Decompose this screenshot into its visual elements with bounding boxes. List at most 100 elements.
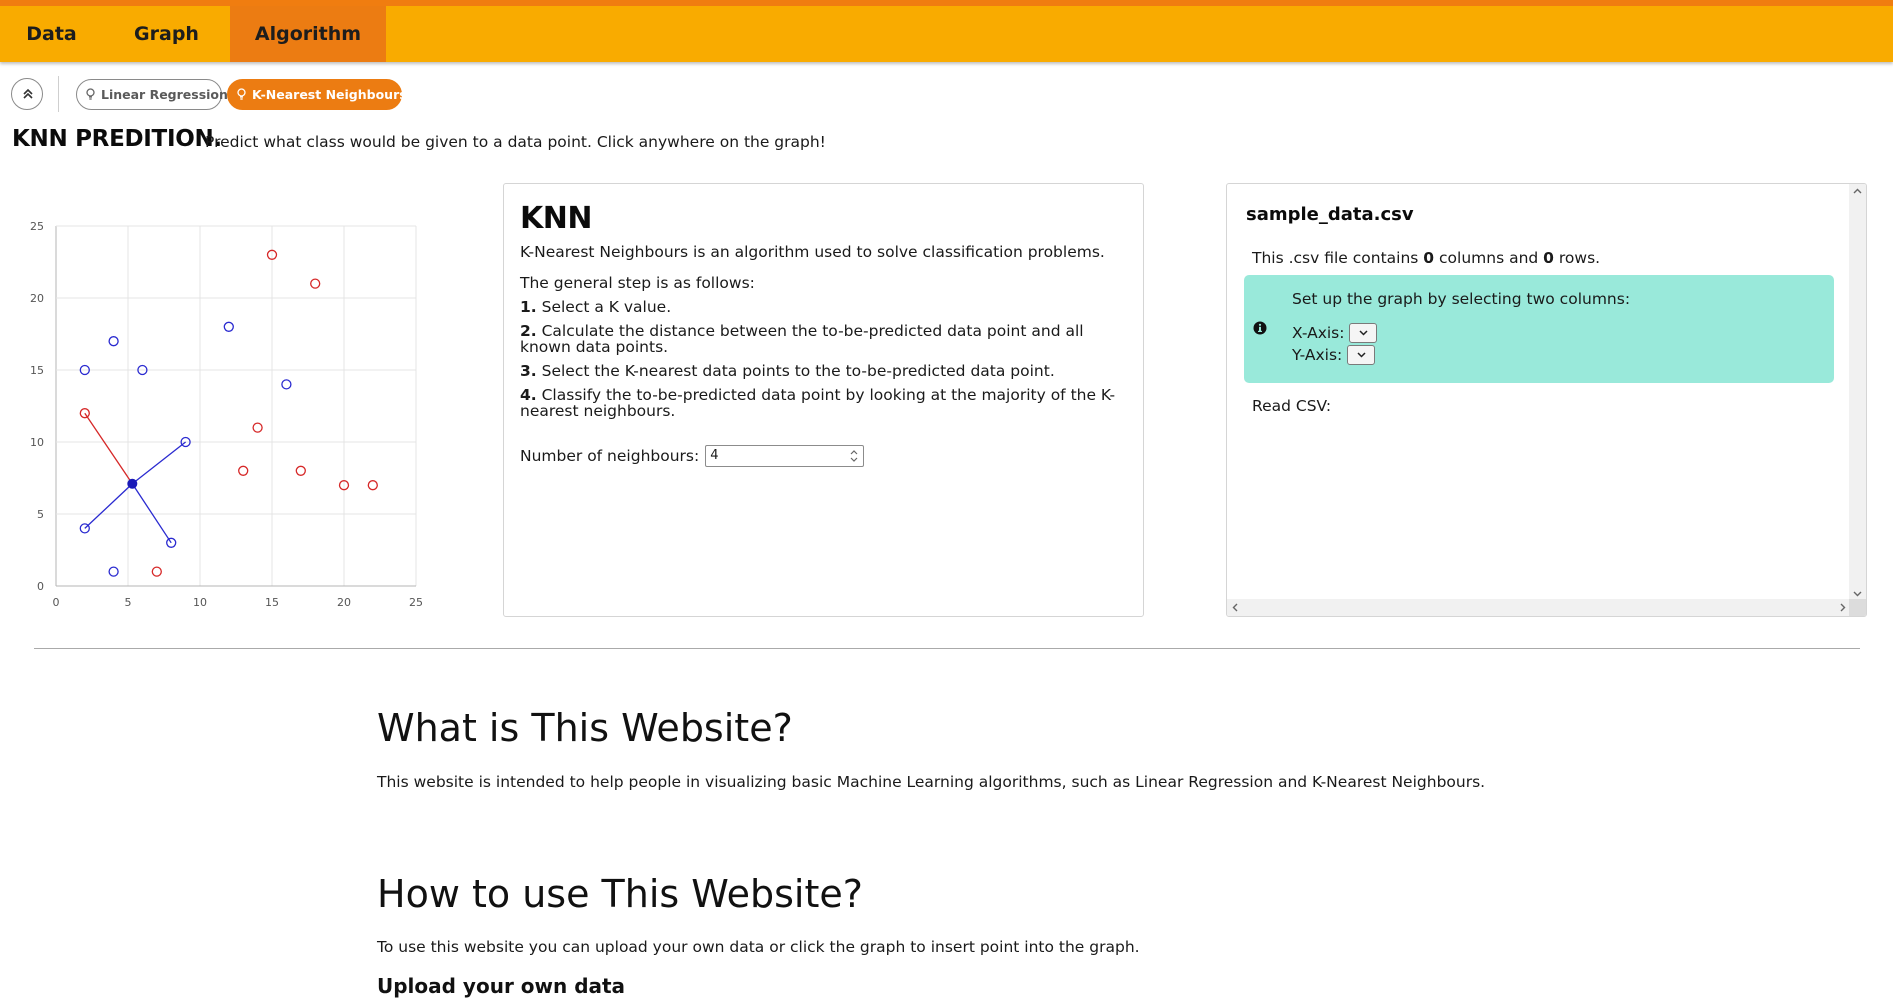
info-icon — [1253, 321, 1267, 335]
top-nav-bar: Data Graph Algorithm — [0, 0, 1893, 62]
knn-scatter-chart[interactable]: 0 5 10 15 20 25 0 5 10 15 20 25 — [22, 212, 442, 622]
knn-step: 4. Classify the to-be-predicted data poi… — [520, 387, 1127, 419]
knn-intro: K-Nearest Neighbours is an algorithm use… — [520, 243, 1105, 261]
scroll-down-icon[interactable] — [1853, 591, 1862, 597]
query-point — [127, 478, 138, 489]
neighbour-link — [84, 412, 133, 485]
setup-instruction: Set up the graph by selecting two column… — [1292, 290, 1631, 308]
linear-regression-label: Linear Regression — [101, 87, 228, 102]
csv-column-count: 0 — [1423, 249, 1435, 267]
csv-summary-mid: columns and — [1434, 249, 1544, 267]
x-axis-row: X-Axis: — [1292, 323, 1378, 343]
data-point — [238, 465, 249, 476]
csv-panel: sample_data.csv This .csv file contains … — [1226, 183, 1867, 617]
step-text: Calculate the distance between the to-be… — [520, 322, 1084, 356]
data-point — [310, 278, 321, 289]
data-points — [79, 249, 378, 577]
how-text: To use this website you can upload your … — [377, 938, 1140, 956]
neighbour-link — [131, 483, 172, 544]
data-point — [367, 480, 378, 491]
upload-heading: Upload your own data — [377, 974, 626, 998]
knn-info-panel: KNN K-Nearest Neighbours is an algorithm… — [503, 183, 1144, 617]
horizontal-scrollbar[interactable] — [1227, 599, 1851, 616]
step-text: Select a K value. — [536, 298, 672, 316]
knn-step: 2. Calculate the distance between the to… — [520, 323, 1127, 355]
data-point — [108, 336, 119, 347]
what-text: This website is intended to help people … — [377, 773, 1486, 791]
neighbours-value: 4 — [710, 448, 719, 463]
x-axis-select[interactable] — [1349, 323, 1378, 343]
x-tick-label: 5 — [125, 596, 132, 609]
chevron-down-icon — [1359, 330, 1369, 336]
chevron-down-icon — [1357, 352, 1366, 358]
spinner-arrows-icon[interactable] — [848, 448, 860, 464]
y-tick-label: 0 — [37, 580, 44, 593]
lightbulb-icon — [237, 88, 246, 100]
step-text: Select the K-nearest data points to the … — [536, 362, 1055, 380]
collapse-button[interactable] — [11, 78, 43, 110]
neighbours-input[interactable]: 4 — [705, 445, 865, 467]
how-heading: How to use This Website? — [377, 872, 863, 916]
csv-summary-suffix: rows. — [1553, 249, 1601, 267]
csv-summary-prefix: This .csv file contains — [1252, 249, 1424, 267]
knn-steps-heading: The general step is as follows: — [520, 274, 755, 292]
chevrons-up-icon — [23, 88, 33, 99]
neighbour-link — [131, 441, 187, 485]
csv-summary: This .csv file contains 0 columns and 0 … — [1252, 249, 1600, 267]
knn-step: 3. Select the K-nearest data points to t… — [520, 363, 1127, 379]
y-tick-label: 10 — [30, 436, 44, 449]
scroll-left-icon[interactable] — [1232, 603, 1238, 612]
data-point — [151, 566, 162, 577]
y-tick-label: 5 — [37, 508, 44, 521]
data-point — [223, 321, 234, 332]
read-csv-label: Read CSV: — [1252, 397, 1332, 415]
page-title: KNN PREDITION. — [12, 126, 222, 152]
step-text: Classify the to-be-predicted data point … — [520, 386, 1116, 420]
nav-tab-data[interactable]: Data — [0, 6, 103, 62]
scrollbar-corner — [1849, 599, 1866, 616]
knn-button[interactable]: K-Nearest Neighbours — [227, 79, 407, 110]
knn-label: K-Nearest Neighbours — [252, 87, 407, 102]
knn-step: 1. Select a K value. — [520, 299, 1127, 315]
neighbours-row: Number of neighbours: 4 — [520, 445, 1127, 467]
neighbour-link — [84, 483, 133, 529]
what-heading: What is This Website? — [377, 706, 793, 750]
toolbar-divider — [58, 76, 59, 112]
x-tick-label: 15 — [265, 596, 279, 609]
x-tick-label: 25 — [409, 596, 423, 609]
data-point — [79, 523, 90, 534]
csv-row-count: 0 — [1543, 249, 1554, 267]
x-tick-label: 20 — [337, 596, 351, 609]
knn-title: KNN — [520, 201, 592, 236]
nav-tab-algorithm[interactable]: Algorithm — [230, 6, 386, 62]
graph-setup-box: Set up the graph by selecting two column… — [1244, 275, 1834, 383]
data-point — [108, 566, 119, 577]
x-tick-label: 10 — [193, 596, 207, 609]
y-axis-select[interactable] — [1347, 345, 1376, 365]
x-tick-label: 0 — [53, 596, 60, 609]
data-point — [281, 379, 292, 390]
chart-grid — [55, 225, 417, 587]
neighbour-links — [84, 412, 187, 544]
y-axis-row: Y-Axis: — [1292, 345, 1376, 365]
x-axis-label: X-Axis: — [1292, 324, 1345, 342]
section-divider — [34, 648, 1860, 649]
vertical-scrollbar[interactable] — [1849, 184, 1866, 601]
nav-tab-graph[interactable]: Graph — [103, 6, 230, 62]
neighbours-label: Number of neighbours: — [520, 447, 700, 465]
linear-regression-button[interactable]: Linear Regression — [76, 79, 228, 110]
data-point — [295, 465, 306, 476]
knn-steps: The general step is as follows: 1. Selec… — [520, 275, 1127, 419]
step-number: 1. — [520, 298, 537, 316]
data-point — [252, 422, 263, 433]
lightbulb-icon — [86, 88, 95, 100]
y-tick-label: 25 — [30, 220, 44, 233]
y-axis-label: Y-Axis: — [1292, 346, 1343, 364]
scroll-right-icon[interactable] — [1840, 603, 1846, 612]
step-number: 3. — [520, 362, 537, 380]
scroll-up-icon[interactable] — [1853, 188, 1862, 194]
csv-filename: sample_data.csv — [1246, 204, 1414, 225]
y-tick-label: 15 — [30, 364, 44, 377]
algorithm-toolbar: Linear Regression K-Nearest Neighbours — [0, 76, 600, 112]
page-description: Predict what class would be given to a d… — [205, 133, 826, 151]
